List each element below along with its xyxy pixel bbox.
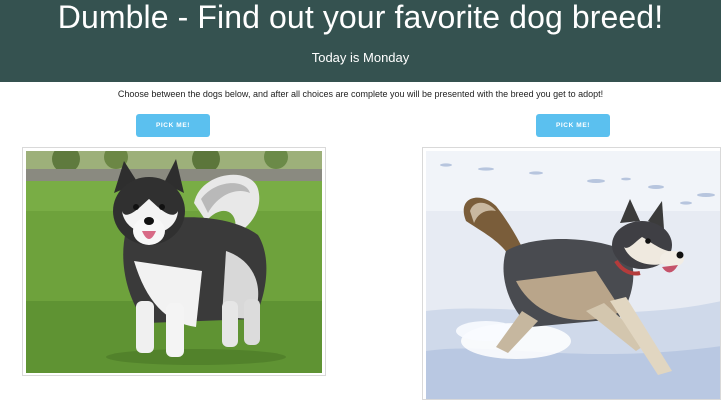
left-dog-photo[interactable] (22, 147, 326, 376)
page-title: Dumble - Find out your favorite dog bree… (57, 0, 664, 35)
pick-right-button[interactable]: PICK ME! (536, 114, 610, 137)
page-header: Dumble - Find out your favorite dog bree… (0, 0, 721, 82)
day-subtitle: Today is Monday (311, 50, 410, 65)
malamute-dog-image (26, 151, 322, 373)
right-dog-photo[interactable] (422, 147, 721, 400)
instructions-text: Choose between the dogs below, and after… (117, 89, 604, 99)
husky-dog-image (426, 151, 720, 399)
pick-left-button[interactable]: PICK ME! (136, 114, 210, 137)
